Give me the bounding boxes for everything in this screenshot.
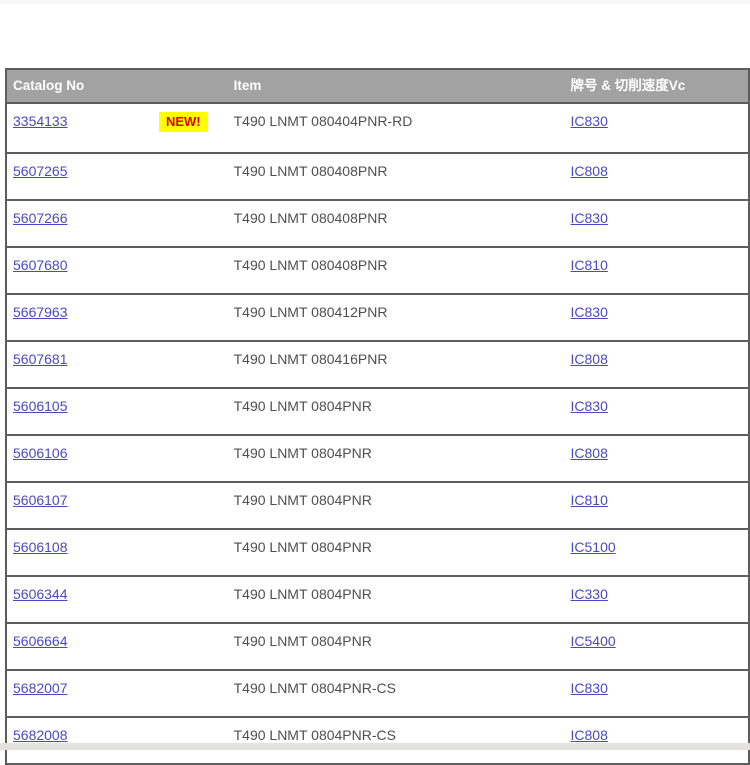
table-row: 5606106 T490 LNMT 0804PNR IC808 [6,435,749,482]
table-row: 5682007 T490 LNMT 0804PNR-CS IC830 [6,670,749,717]
item-label: T490 LNMT 0804PNR [234,633,372,649]
column-header-grade-cutting-speed: 牌号 & 切削速度Vc [571,69,749,103]
grade-link[interactable]: IC5400 [571,633,616,649]
catalog-number-link[interactable]: 5607265 [13,163,68,179]
grade-link[interactable]: IC830 [571,304,608,320]
grade-link[interactable]: IC808 [571,727,608,743]
grade-link[interactable]: IC330 [571,586,608,602]
table-row: 5606664 T490 LNMT 0804PNR IC5400 [6,623,749,670]
table-row: 5667963 T490 LNMT 080412PNR IC830 [6,294,749,341]
grade-link[interactable]: IC808 [571,351,608,367]
item-label: T490 LNMT 080412PNR [234,304,388,320]
grade-link[interactable]: IC810 [571,492,608,508]
item-label: T490 LNMT 0804PNR [234,445,372,461]
column-header-catalog-no: Catalog No [6,69,234,103]
item-label: T490 LNMT 080408PNR [234,210,388,226]
catalog-number-link[interactable]: 5607266 [13,210,68,226]
item-label: T490 LNMT 080408PNR [234,257,388,273]
table-row: 3354133 NEW! T490 LNMT 080404PNR-RD IC83… [6,103,749,153]
page-top-band [0,0,750,4]
catalog-number-link[interactable]: 5607681 [13,351,68,367]
catalog-number-link[interactable]: 5667963 [13,304,68,320]
item-label: T490 LNMT 080416PNR [234,351,388,367]
column-header-item: Item [234,69,571,103]
catalog-number-link[interactable]: 5607680 [13,257,68,273]
grade-link[interactable]: IC830 [571,680,608,696]
table-row: 5606105 T490 LNMT 0804PNR IC830 [6,388,749,435]
grade-link[interactable]: IC810 [571,257,608,273]
table-row: 5606107 T490 LNMT 0804PNR IC810 [6,482,749,529]
item-label: T490 LNMT 0804PNR [234,492,372,508]
catalog-number-link[interactable]: 5606344 [13,586,68,602]
catalog-number-link[interactable]: 3354133 [13,113,68,129]
catalog-number-link[interactable]: 5606107 [13,492,68,508]
page-bottom-bar [0,743,750,750]
table-row: 5607680 T490 LNMT 080408PNR IC810 [6,247,749,294]
item-label: T490 LNMT 0804PNR [234,586,372,602]
table-row: 5682008 T490 LNMT 0804PNR-CS IC808 [6,717,749,764]
grade-link[interactable]: IC830 [571,113,608,129]
item-label: T490 LNMT 0804PNR [234,398,372,414]
catalog-number-link[interactable]: 5606106 [13,445,68,461]
catalog-table: Catalog No Item 牌号 & 切削速度Vc 3354133 NEW!… [5,68,750,765]
item-label: T490 LNMT 080408PNR [234,163,388,179]
new-badge: NEW! [159,112,208,132]
table-row: 5606344 T490 LNMT 0804PNR IC330 [6,576,749,623]
catalog-number-link[interactable]: 5606105 [13,398,68,414]
item-label: T490 LNMT 0804PNR-CS [234,680,396,696]
table-row: 5607265 T490 LNMT 080408PNR IC808 [6,153,749,200]
grade-link[interactable]: IC5100 [571,539,616,555]
catalog-number-link[interactable]: 5606108 [13,539,68,555]
table-row: 5606108 T490 LNMT 0804PNR IC5100 [6,529,749,576]
table-row: 5607266 T490 LNMT 080408PNR IC830 [6,200,749,247]
item-label: T490 LNMT 0804PNR [234,539,372,555]
table-row: 5607681 T490 LNMT 080416PNR IC808 [6,341,749,388]
item-label: T490 LNMT 080404PNR-RD [234,113,413,129]
catalog-number-link[interactable]: 5682007 [13,680,68,696]
grade-link[interactable]: IC808 [571,445,608,461]
table-header-row: Catalog No Item 牌号 & 切削速度Vc [6,69,749,103]
item-label: T490 LNMT 0804PNR-CS [234,727,396,743]
grade-link[interactable]: IC830 [571,210,608,226]
catalog-number-link[interactable]: 5682008 [13,727,68,743]
grade-link[interactable]: IC808 [571,163,608,179]
catalog-number-link[interactable]: 5606664 [13,633,68,649]
grade-link[interactable]: IC830 [571,398,608,414]
